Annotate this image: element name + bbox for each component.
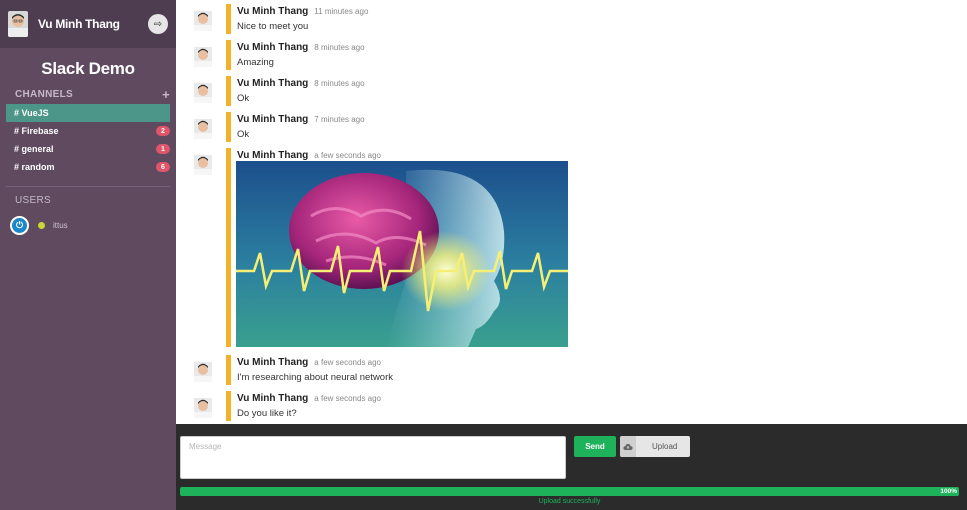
channel-label: # VueJS [14,108,49,118]
message-author: Vu Minh Thang [237,150,309,161]
message-accent-bar [226,355,231,385]
author-avatar [194,119,212,139]
sidebar-divider [6,186,170,187]
message-time: a few seconds ago [314,151,382,160]
send-button[interactable]: Send [574,436,616,457]
channel-label: # Firebase [14,126,59,136]
message-list: Vu Minh Thang 11 minutes ago Nice to meet… [176,0,967,424]
user-name: ittus [53,221,68,230]
channel-item-general[interactable]: # general 1 [6,140,170,158]
message-author: Vu Minh Thang [237,393,309,404]
author-avatar [194,398,212,418]
sidebar: Vu Minh Thang ⇨ Slack Demo CHANNELS + # … [0,0,176,510]
workspace-title: Slack Demo [41,59,135,78]
add-channel-icon[interactable]: + [162,87,170,102]
channel-label: # random [14,162,55,172]
upload-progress-percent: 100% [940,488,957,495]
channel-list: # VueJS # Firebase 2 # general 1 # rando… [0,104,176,176]
channel-label: # general [14,144,54,154]
message-author: Vu Minh Thang [237,78,309,89]
upload-progress-fill [180,487,959,496]
message-text: I'm researching about neural network [237,372,394,383]
message-time: a few seconds ago [314,358,382,367]
sidebar-header: Vu Minh Thang ⇨ [0,0,176,48]
channel-item-firebase[interactable]: # Firebase 2 [6,122,170,140]
message-time: 11 minutes ago [314,7,369,16]
user-item-ittus[interactable]: ⏻ ittus [10,216,176,235]
logout-icon: ⇨ [153,18,163,30]
user-avatar[interactable] [8,11,28,37]
author-avatar [194,11,212,31]
composer: Send Upload 100% Upload successfully [176,424,967,510]
message-author: Vu Minh Thang [237,357,309,368]
channels-heading: CHANNELS [15,89,73,100]
author-avatar [194,155,212,175]
message-text: Amazing [237,57,274,68]
message-accent-bar [226,391,231,421]
brain-image-attachment[interactable] [236,161,568,347]
message-time: 8 minutes ago [314,43,365,52]
message-time: a few seconds ago [314,394,382,403]
message-author-line: Vu Minh Thang 8 minutes ago [237,78,365,89]
channels-section-header: CHANNELS + [0,87,176,102]
power-icon: ⏻ [10,216,29,235]
upload-status-text: Upload successfully [538,498,601,505]
message-text: Do you like it? [237,408,297,419]
online-status-dot [38,222,45,229]
message-accent-bar [226,148,231,347]
unread-badge: 1 [156,144,170,154]
unread-badge: 6 [156,162,170,172]
message-accent-bar [226,76,231,106]
users-heading: USERS [15,195,51,206]
message-input[interactable] [180,436,566,479]
message-accent-bar [226,40,231,70]
message-author: Vu Minh Thang [237,42,309,53]
upload-label: Upload [652,442,678,451]
message-author-line: Vu Minh Thang a few seconds ago [237,150,381,161]
message-author-line: Vu Minh Thang 7 minutes ago [237,114,365,125]
message-author: Vu Minh Thang [237,6,309,17]
message-text: Ok [237,93,250,104]
message-accent-bar [226,112,231,142]
author-avatar [194,47,212,67]
upload-button[interactable]: Upload [620,436,690,457]
message-author-line: Vu Minh Thang 11 minutes ago [237,6,368,17]
message-time: 7 minutes ago [314,115,365,124]
message-author: Vu Minh Thang [237,114,309,125]
current-username: Vu Minh Thang [38,17,120,31]
message-author-line: Vu Minh Thang 8 minutes ago [237,42,365,53]
channel-item-random[interactable]: # random 6 [6,158,170,176]
author-avatar [194,83,212,103]
message-text: Ok [237,129,250,140]
message-time: 8 minutes ago [314,79,365,88]
message-text: Nice to meet you [237,21,309,32]
channel-item-vuejs[interactable]: # VueJS [6,104,170,122]
logout-button[interactable]: ⇨ [148,14,168,34]
message-author-line: Vu Minh Thang a few seconds ago [237,393,381,404]
author-avatar [194,362,212,382]
unread-badge: 2 [156,126,170,136]
upload-progress-bar: 100% [180,487,959,496]
message-author-line: Vu Minh Thang a few seconds ago [237,357,381,368]
cloud-upload-icon [620,436,636,457]
message-accent-bar [226,4,231,34]
